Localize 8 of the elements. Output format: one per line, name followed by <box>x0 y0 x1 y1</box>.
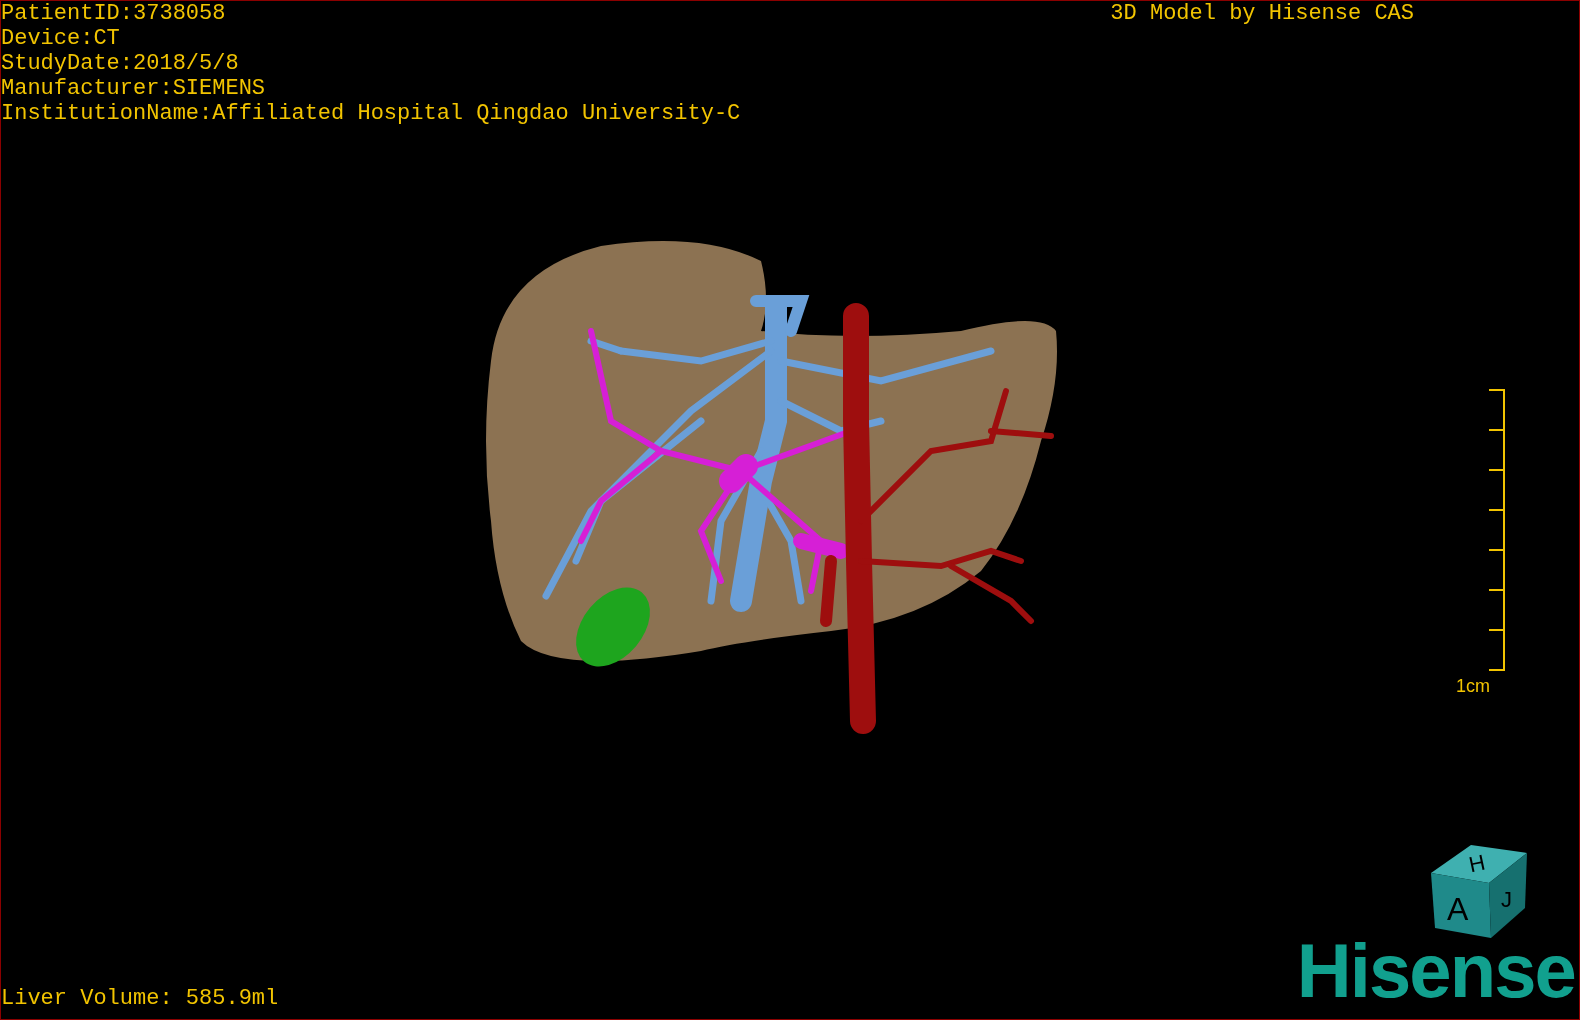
study-info-text: Device:CT <box>1 26 121 51</box>
study-info-text: InstitutionName:Affiliated Hospital Qingdao University-C <box>1 101 741 126</box>
study-info-text: Manufacturer:SIEMENS <box>1 76 267 101</box>
study-info-text: PatientID:3738058 <box>1 1 227 26</box>
liver-volume-text: Liver Volume: 585.9ml <box>1 986 279 1011</box>
viewer-title: 3D Model by Hisense CAS <box>1110 1 1414 26</box>
scale-label: 1cm <box>1456 675 1490 698</box>
study-info-text: StudyDate:2018/5/8 <box>1 51 240 76</box>
